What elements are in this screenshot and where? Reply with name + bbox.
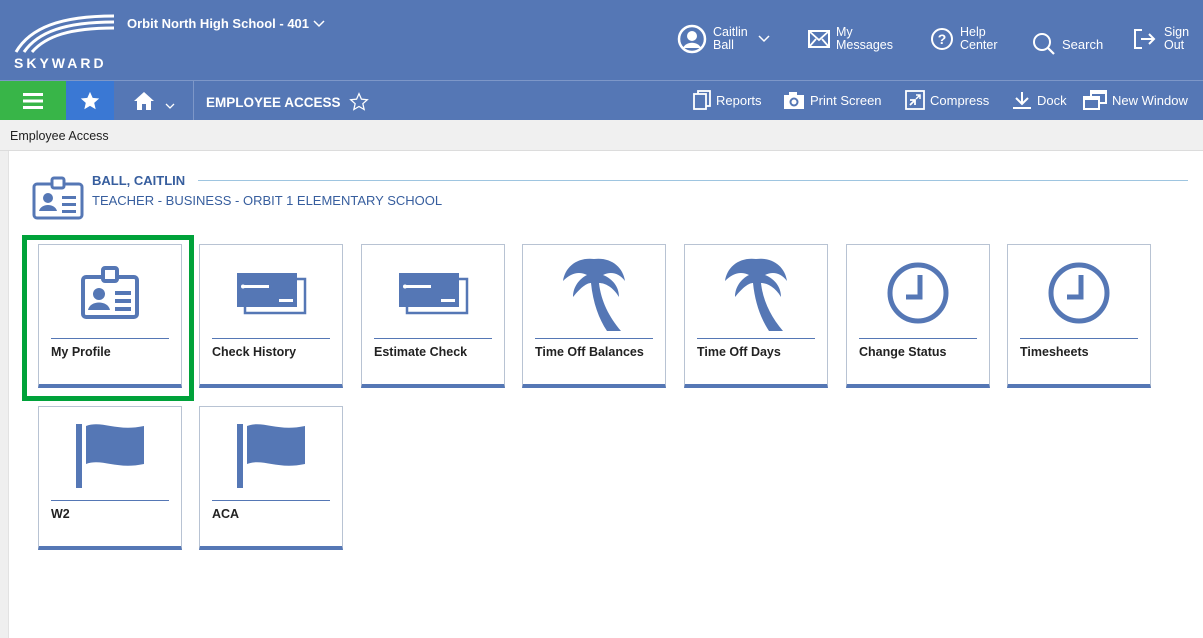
check-icon <box>237 273 307 315</box>
sign-out-icon <box>1134 29 1156 49</box>
reports-icon <box>693 90 711 110</box>
dock-button[interactable]: Dock <box>1012 90 1067 110</box>
messages-link[interactable]: My Messages <box>808 26 893 52</box>
section-divider <box>198 180 1188 181</box>
dock-icon <box>1013 92 1031 109</box>
logo-text: SKYWARD <box>14 55 107 71</box>
help-center-link[interactable]: ? Help Center <box>930 26 998 52</box>
tile-label: Time Off Balances <box>535 345 644 359</box>
tile-label: W2 <box>51 507 70 521</box>
user-avatar-icon <box>677 24 707 54</box>
chevron-down-icon <box>165 103 174 109</box>
school-name: Orbit North High School - 401 <box>127 16 310 31</box>
clock-icon <box>1048 262 1110 324</box>
new-window-icon <box>1083 90 1107 110</box>
employee-id-card-icon <box>32 176 84 220</box>
flag-icon <box>237 424 305 488</box>
reports-button[interactable]: Reports <box>693 90 762 110</box>
tile-timesheets[interactable]: Timesheets <box>1007 244 1151 388</box>
tile-aca[interactable]: ACA <box>199 406 343 550</box>
page-title: EMPLOYEE ACCESS <box>206 92 369 112</box>
new-window-button[interactable]: New Window <box>1083 90 1188 110</box>
main-menu-button[interactable] <box>0 81 66 120</box>
breadcrumb: Employee Access <box>10 129 109 143</box>
tile-check-history[interactable]: Check History <box>199 244 343 388</box>
tile-change-status[interactable]: Change Status <box>846 244 990 388</box>
tile-estimate-check[interactable]: Estimate Check <box>361 244 505 388</box>
toolbar: EMPLOYEE ACCESS Reports Print Screen Com… <box>0 80 1203 120</box>
favorites-button[interactable] <box>66 81 114 120</box>
palm-tree-icon <box>563 258 625 331</box>
tile-label: ACA <box>212 507 240 521</box>
flag-icon <box>76 424 144 488</box>
search-icon <box>1033 33 1055 55</box>
help-icon: ? <box>931 28 953 50</box>
search-link[interactable]: Search <box>1032 32 1103 56</box>
clock-icon <box>887 262 949 324</box>
tile-label: Timesheets <box>1020 345 1089 359</box>
svg-text:?: ? <box>938 31 947 47</box>
left-gutter <box>0 151 9 638</box>
user-last-name: Ball <box>713 38 734 52</box>
compress-icon <box>905 90 925 110</box>
chevron-down-icon <box>758 35 770 43</box>
camera-icon <box>784 92 804 109</box>
tile-time-off-days[interactable]: Time Off Days <box>684 244 828 388</box>
tile-time-off-balances[interactable]: Time Off Balances <box>522 244 666 388</box>
school-selector[interactable]: Orbit North High School - 401 <box>127 16 325 31</box>
breadcrumb-bar: Employee Access <box>0 120 1203 151</box>
sign-out-link[interactable]: Sign Out <box>1132 26 1189 52</box>
user-menu[interactable]: Caitlin Ball <box>677 24 770 54</box>
hamburger-icon <box>23 92 43 109</box>
chevron-down-icon <box>313 19 325 27</box>
star-outline-icon[interactable] <box>348 92 369 112</box>
tile-label: Change Status <box>859 345 947 359</box>
compress-button[interactable]: Compress <box>905 90 989 110</box>
palm-tree-icon <box>725 258 787 331</box>
check-icon <box>399 273 469 315</box>
tile-label: Time Off Days <box>697 345 781 359</box>
home-icon <box>133 91 154 110</box>
app-header: SKYWARD Orbit North High School - 401 Ca… <box>0 0 1203 80</box>
envelope-icon <box>808 30 830 48</box>
employee-name: BALL, CAITLIN <box>92 173 186 188</box>
star-icon <box>80 91 100 109</box>
skyward-logo[interactable]: SKYWARD <box>10 10 120 72</box>
tile-label: Estimate Check <box>374 345 468 359</box>
print-screen-button[interactable]: Print Screen <box>783 90 882 110</box>
selection-highlight <box>22 235 194 401</box>
employee-role: TEACHER - BUSINESS - ORBIT 1 ELEMENTARY … <box>92 193 443 208</box>
tile-w2[interactable]: W2 <box>38 406 182 550</box>
home-button[interactable] <box>114 81 194 120</box>
tile-label: Check History <box>212 345 297 359</box>
